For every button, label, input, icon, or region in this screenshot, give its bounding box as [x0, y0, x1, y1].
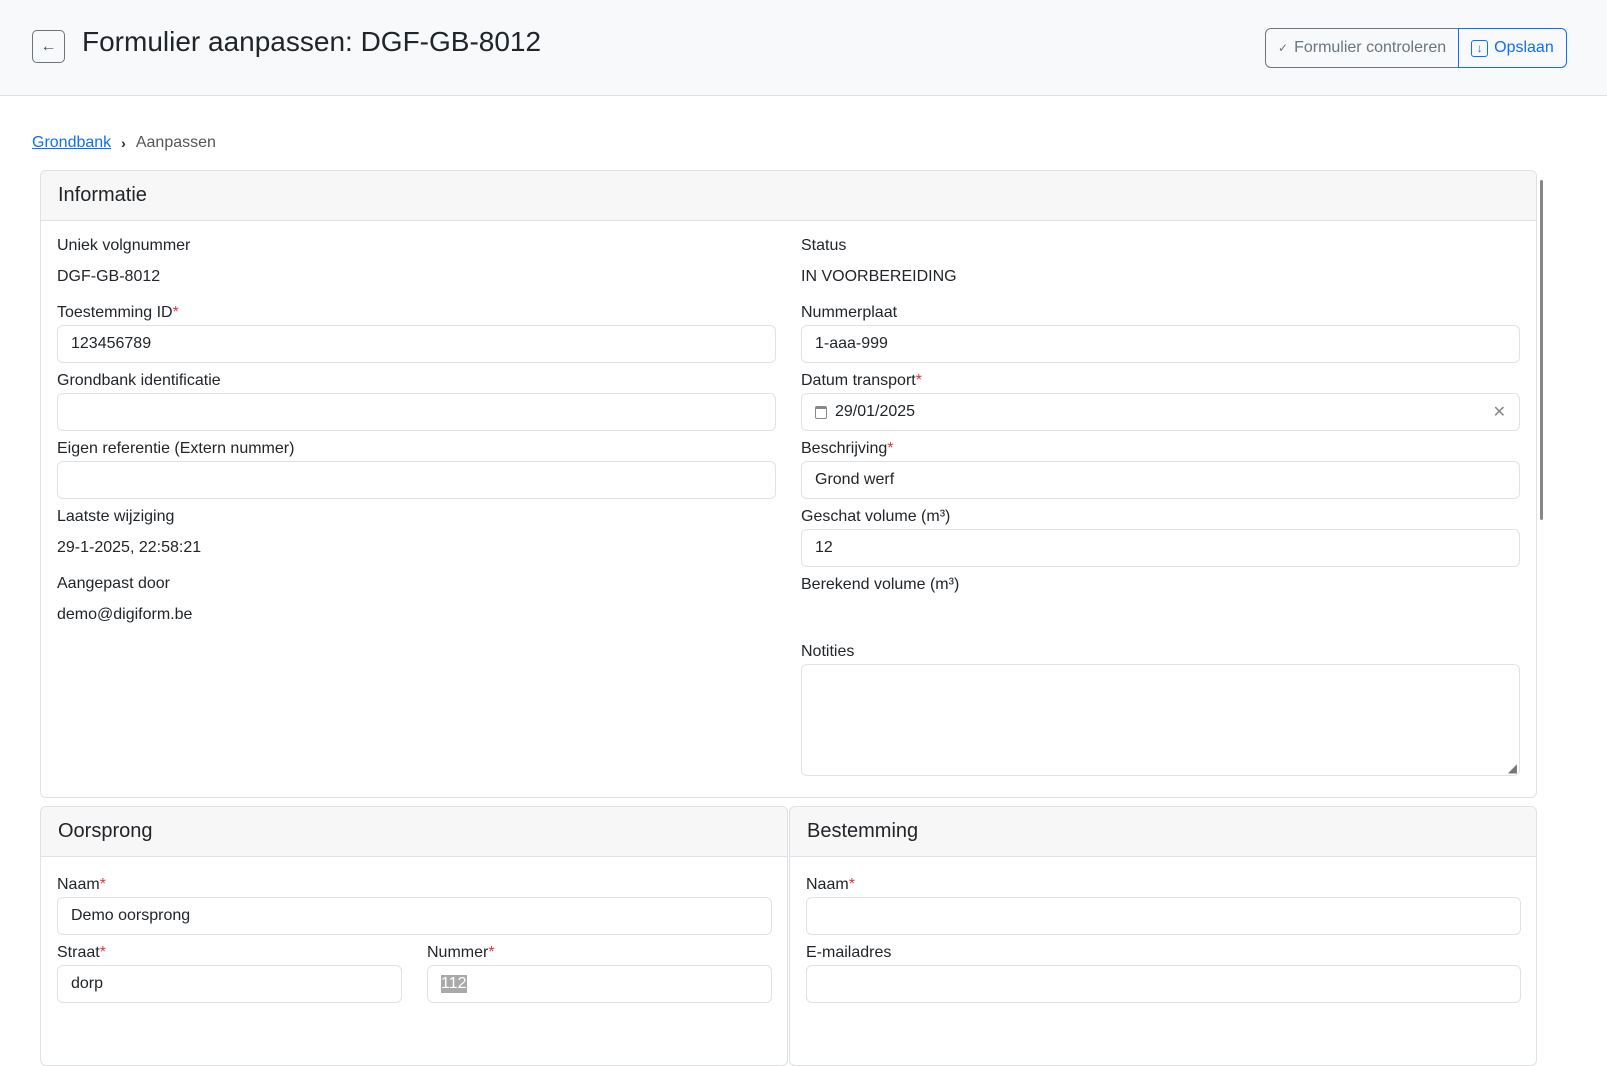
- datum-transport-input[interactable]: 29/01/2025✕: [801, 393, 1520, 431]
- check-icon: ✓: [1278, 41, 1288, 55]
- laatste-wijziging-value: 29-1-2025, 22:58:21: [57, 529, 776, 567]
- label: E-mailadres: [806, 941, 1521, 965]
- label: Naam*: [806, 873, 1521, 897]
- label: Uniek volgnummer: [57, 234, 776, 258]
- label: Nummer*: [427, 941, 772, 965]
- label: Toestemming ID*: [57, 301, 776, 325]
- label: Nummerplaat: [801, 301, 1520, 325]
- clear-icon[interactable]: ✕: [1493, 402, 1506, 422]
- label: Notities: [801, 640, 1520, 664]
- breadcrumb-current: Aanpassen: [136, 134, 216, 152]
- scrollbar[interactable]: [1540, 180, 1543, 520]
- aangepast-door-value: demo@digiform.be: [57, 596, 776, 634]
- bestemming-card: Bestemming Naam* E-mailadres: [789, 806, 1537, 1066]
- save-button[interactable]: ↓Opslaan: [1458, 28, 1567, 68]
- breadcrumb: Grondbank › Aanpassen: [32, 134, 216, 152]
- resize-handle-icon[interactable]: ◢: [1508, 761, 1517, 775]
- notities-textarea[interactable]: ◢: [801, 664, 1520, 776]
- label: Status: [801, 234, 1520, 258]
- straat-input[interactable]: dorp: [57, 965, 402, 1003]
- berekend-volume-value: [801, 597, 1520, 635]
- label: Straat*: [57, 941, 402, 965]
- label: Eigen referentie (Extern nummer): [57, 437, 776, 461]
- toestemming-input[interactable]: 123456789: [57, 325, 776, 363]
- label: Geschat volume (m³): [801, 505, 1520, 529]
- breadcrumb-link-grondbank[interactable]: Grondbank: [32, 134, 111, 152]
- chevron-right-icon: ›: [121, 135, 126, 151]
- card-title: Bestemming: [790, 807, 1536, 857]
- grondbank-input[interactable]: [57, 393, 776, 431]
- card-title: Oorsprong: [41, 807, 787, 857]
- info-card: Informatie Uniek volgnummer DGF-GB-8012 …: [40, 170, 1537, 798]
- label: Grondbank identificatie: [57, 369, 776, 393]
- nummerplaat-input[interactable]: 1-aaa-999: [801, 325, 1520, 363]
- label: Berekend volume (m³): [801, 573, 1520, 597]
- oorsprong-naam-input[interactable]: Demo oorsprong: [57, 897, 772, 935]
- page-title: Formulier aanpassen: DGF-GB-8012: [82, 26, 541, 58]
- oorsprong-card: Oorsprong Naam* Demo oorsprong Straat* d…: [40, 806, 788, 1066]
- uniek-value: DGF-GB-8012: [57, 258, 776, 296]
- action-buttons: ✓Formulier controleren ↓Opslaan: [1265, 28, 1567, 68]
- nummer-input[interactable]: 112: [427, 965, 772, 1003]
- bestemming-naam-input[interactable]: [806, 897, 1521, 935]
- status-value: IN VOORBEREIDING: [801, 258, 1520, 296]
- calendar-icon: [815, 406, 827, 419]
- label: Aangepast door: [57, 572, 776, 596]
- check-form-button[interactable]: ✓Formulier controleren: [1265, 28, 1459, 68]
- geschat-volume-input[interactable]: 12: [801, 529, 1520, 567]
- download-icon: ↓: [1471, 40, 1488, 57]
- email-input[interactable]: [806, 965, 1521, 1003]
- label: Laatste wijziging: [57, 505, 776, 529]
- label: Naam*: [57, 873, 772, 897]
- beschrijving-input[interactable]: Grond werf: [801, 461, 1520, 499]
- eigen-referentie-input[interactable]: [57, 461, 776, 499]
- arrow-left-icon: ←: [41, 38, 57, 56]
- back-button[interactable]: ←: [32, 30, 65, 63]
- label: Beschrijving*: [801, 437, 1520, 461]
- label: Datum transport*: [801, 369, 1520, 393]
- page-header: ← Formulier aanpassen: DGF-GB-8012 ✓Form…: [0, 0, 1607, 96]
- card-title: Informatie: [41, 171, 1536, 221]
